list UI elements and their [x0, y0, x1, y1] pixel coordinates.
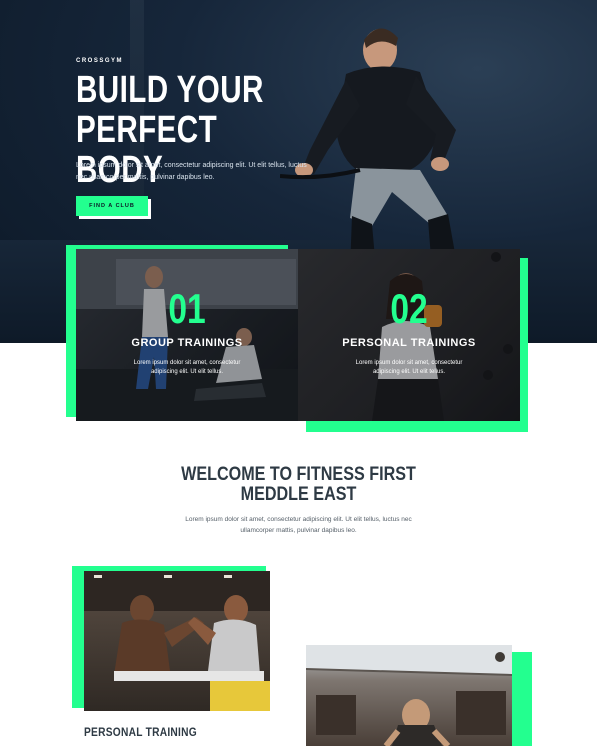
gym-interior-illustration: [306, 645, 512, 746]
card-overlay: [298, 249, 520, 421]
group-trainings-card[interactable]: 01 GROUP TRAININGS Lorem ipsum dolor sit…: [76, 249, 298, 421]
personal-trainings-card[interactable]: 02 PERSONAL TRAININGS Lorem ipsum dolor …: [298, 249, 520, 421]
card-overlay: [76, 249, 298, 421]
find-a-club-button[interactable]: FIND A CLUB: [76, 196, 148, 216]
card-description: Lorem ipsum dolor sit amet, consectetur …: [355, 360, 463, 375]
card-title: PERSONAL TRAININGS: [342, 337, 476, 349]
card-title: GROUP TRAININGS: [131, 337, 243, 349]
welcome-title: WELCOME TO FITNESS FIRST MEDDLE EAST: [172, 465, 424, 505]
personal-training-photo: [84, 571, 270, 711]
hero-title-line-1: BUILD YOUR: [76, 69, 264, 111]
welcome-title-line-2: MEDDLE EAST: [240, 484, 357, 505]
gym-photo-accent-frame: [512, 652, 532, 746]
personal-training-title: PERSONAL TRAINING: [84, 725, 197, 739]
welcome-title-line-1: WELCOME TO FITNESS FIRST: [181, 464, 416, 485]
gym-photo: [306, 645, 512, 746]
card-number: 01: [168, 285, 206, 332]
card-number: 02: [390, 285, 428, 332]
brand-label: CROSSGYM: [76, 58, 124, 64]
arm-wrestling-illustration: [84, 571, 270, 711]
hero-description: Lorem ipsum dolor sit amet, consectetur …: [76, 162, 307, 181]
card-description: Lorem ipsum dolor sit amet, consectetur …: [133, 360, 241, 375]
hero-athlete-image: [280, 28, 458, 270]
welcome-description: Lorem ipsum dolor sit amet, consectetur …: [185, 516, 412, 534]
